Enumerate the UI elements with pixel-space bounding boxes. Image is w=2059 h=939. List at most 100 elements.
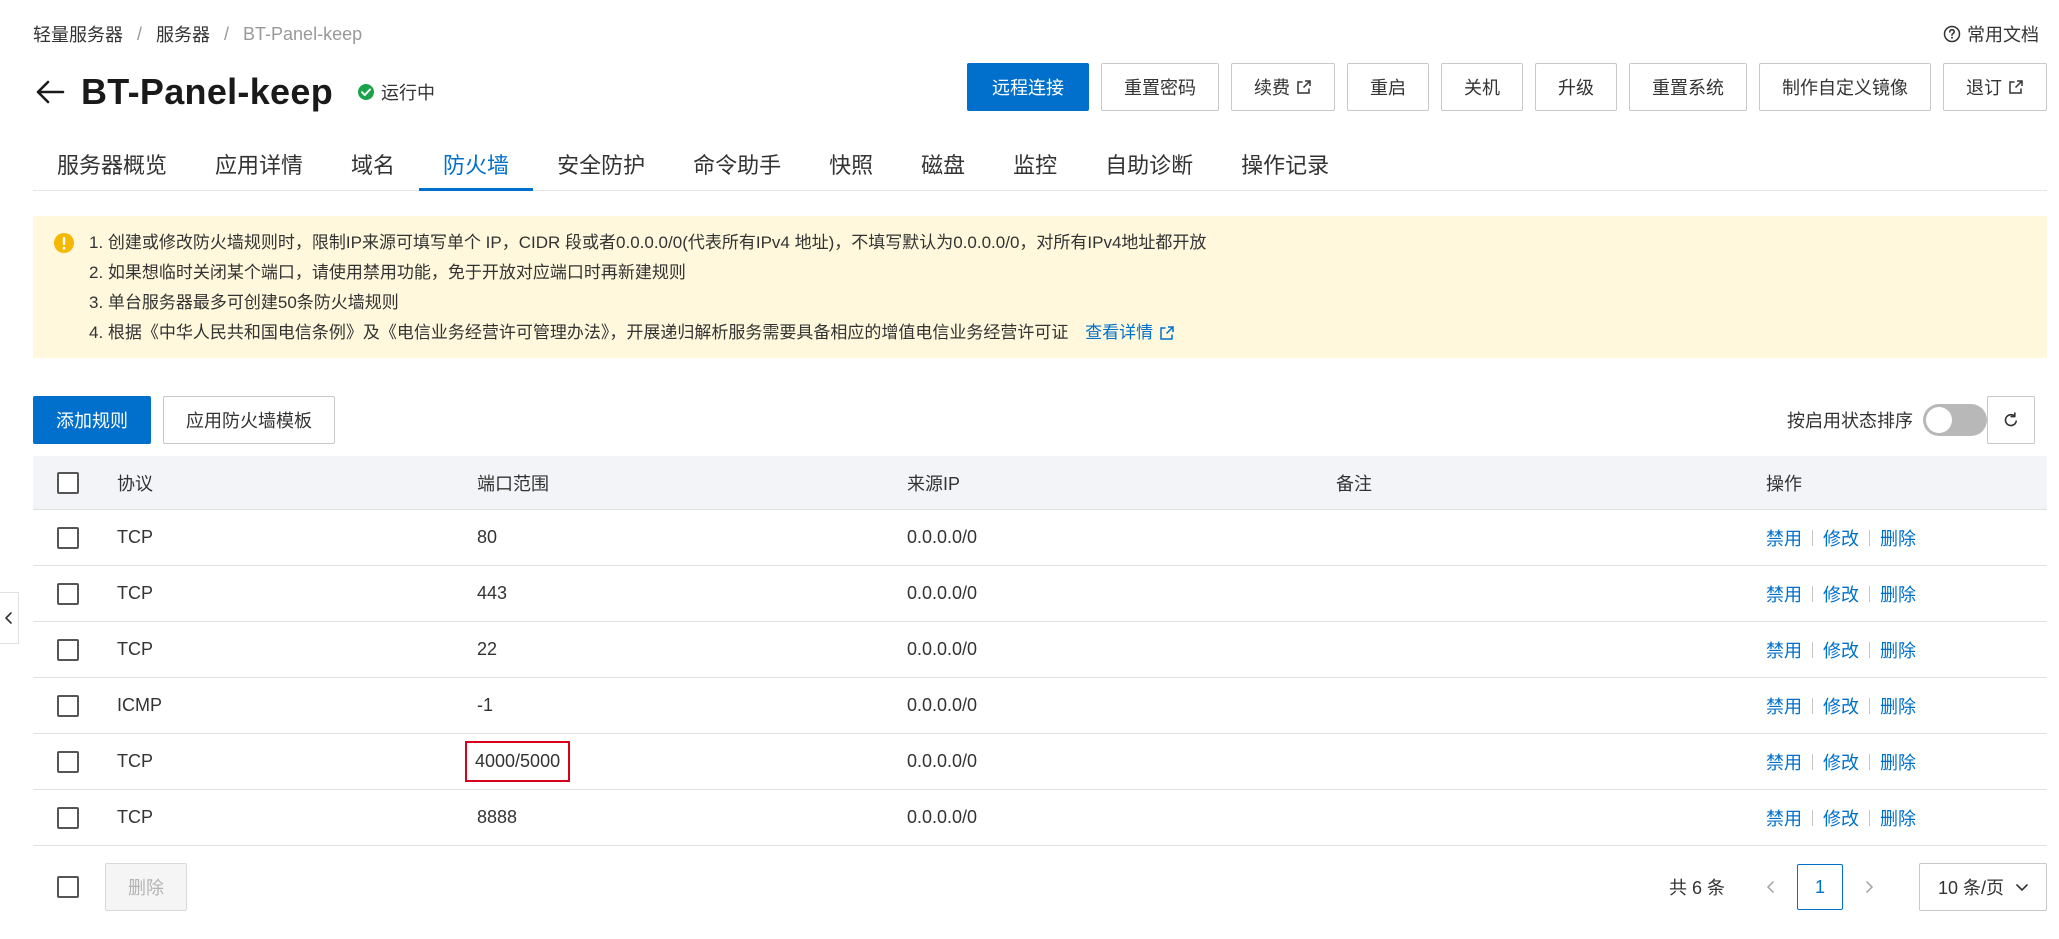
column-protocol: 协议: [117, 473, 153, 494]
tab-bar: 服务器概览 应用详情 域名 防火墙 安全防护 命令助手 快照 磁盘 监控 自助诊…: [33, 148, 2047, 191]
shutdown-button[interactable]: 关机: [1441, 63, 1523, 111]
edit-rule-button[interactable]: 修改: [1823, 749, 1859, 775]
notice-line-4-text: 4. 根据《中华人民共和国电信条例》及《电信业务经营许可管理办法》，开展递归解析…: [89, 323, 1069, 342]
view-details-link[interactable]: 查看详情: [1085, 318, 1175, 348]
delete-rule-button[interactable]: 删除: [1880, 525, 1916, 551]
disable-rule-button[interactable]: 禁用: [1766, 749, 1802, 775]
notice-line-2: 2. 如果想临时关闭某个端口，请使用禁用功能，免于开放对应端口时再新建规则: [89, 263, 686, 282]
disable-rule-button[interactable]: 禁用: [1766, 805, 1802, 831]
batch-delete-button[interactable]: 删除: [105, 863, 187, 911]
tab-monitoring[interactable]: 监控: [989, 148, 1081, 190]
sort-by-status-label: 按启用状态排序: [1787, 411, 1913, 431]
tab-security[interactable]: 安全防护: [533, 148, 669, 190]
external-link-icon: [1296, 79, 1312, 95]
row-checkbox[interactable]: [57, 582, 79, 605]
cell-source-ip: 0.0.0.0/0: [907, 639, 978, 659]
chevron-down-icon: [2016, 884, 2028, 891]
tab-command-assistant[interactable]: 命令助手: [669, 148, 805, 190]
divider: [1869, 585, 1870, 602]
disable-rule-button[interactable]: 禁用: [1766, 693, 1802, 719]
delete-rule-button[interactable]: 删除: [1880, 637, 1916, 663]
upgrade-button[interactable]: 升级: [1535, 63, 1617, 111]
cell-port-range: 22: [477, 639, 498, 659]
cell-port-range: 443: [477, 583, 508, 603]
external-link-icon: [2008, 79, 2024, 95]
row-checkbox[interactable]: [57, 526, 79, 549]
tab-firewall[interactable]: 防火墙: [419, 148, 534, 191]
chevron-left-icon: [5, 612, 12, 624]
disable-rule-button[interactable]: 禁用: [1766, 637, 1802, 663]
divider: [1812, 641, 1813, 658]
renew-button[interactable]: 续费: [1231, 63, 1335, 111]
question-circle-icon: [1943, 25, 1961, 43]
cell-protocol: TCP: [117, 639, 153, 659]
disable-rule-button[interactable]: 禁用: [1766, 581, 1802, 607]
edit-rule-button[interactable]: 修改: [1823, 581, 1859, 607]
cell-port-range: -1: [477, 695, 494, 715]
breadcrumb: 轻量服务器 / 服务器 / BT-Panel-keep: [33, 20, 362, 48]
custom-image-button[interactable]: 制作自定义镜像: [1759, 63, 1931, 111]
page-1-button[interactable]: 1: [1796, 864, 1843, 910]
rules-toolbar: 添加规则 应用防火墙模板 按启用状态排序: [33, 396, 2047, 444]
sort-by-status-toggle[interactable]: [1923, 404, 1987, 436]
row-checkbox[interactable]: [57, 750, 79, 773]
divider: [1869, 529, 1870, 546]
unsubscribe-button[interactable]: 退订: [1943, 63, 2047, 111]
table-row: TCP 443 0.0.0.0/0 禁用 修改 删除: [33, 566, 2047, 622]
page-size-select[interactable]: 10 条/页: [1918, 863, 2047, 911]
chevron-right-icon: [1866, 881, 1873, 893]
divider: [1812, 809, 1813, 826]
next-page-button[interactable]: [1847, 865, 1891, 909]
add-rule-button[interactable]: 添加规则: [33, 396, 151, 444]
tab-overview[interactable]: 服务器概览: [33, 148, 191, 190]
tab-app-details[interactable]: 应用详情: [191, 148, 327, 190]
row-checkbox[interactable]: [57, 694, 79, 717]
status-text: 运行中: [380, 83, 435, 103]
row-checkbox[interactable]: [57, 806, 79, 829]
table-row: ICMP -1 0.0.0.0/0 禁用 修改 删除: [33, 678, 2047, 734]
tab-self-diagnosis[interactable]: 自助诊断: [1081, 148, 1217, 190]
cell-source-ip: 0.0.0.0/0: [907, 583, 978, 603]
breadcrumb-servers[interactable]: 服务器: [156, 21, 210, 47]
cell-protocol: TCP: [117, 751, 153, 771]
help-docs-link[interactable]: 常用文档: [1943, 20, 2039, 48]
edit-rule-button[interactable]: 修改: [1823, 525, 1859, 551]
restart-button[interactable]: 重启: [1347, 63, 1429, 111]
reset-password-button[interactable]: 重置密码: [1101, 63, 1219, 111]
select-all-checkbox[interactable]: [57, 471, 79, 494]
refresh-button[interactable]: [1987, 396, 2035, 444]
notice-line-3: 3. 单台服务器最多可创建50条防火墙规则: [89, 293, 399, 312]
disable-rule-button[interactable]: 禁用: [1766, 525, 1802, 551]
delete-rule-button[interactable]: 删除: [1880, 805, 1916, 831]
tab-operation-log[interactable]: 操作记录: [1217, 148, 1353, 190]
delete-rule-button[interactable]: 删除: [1880, 693, 1916, 719]
breadcrumb-lightweight-servers[interactable]: 轻量服务器: [33, 21, 123, 47]
row-checkbox[interactable]: [57, 638, 79, 661]
page-title: BT-Panel-keep: [81, 71, 333, 112]
view-details-label: 查看详情: [1085, 323, 1154, 342]
delete-rule-button[interactable]: 删除: [1880, 749, 1916, 775]
highlighted-port-range: 4000/5000: [464, 741, 571, 782]
page-header: BT-Panel-keep 运行中: [33, 64, 435, 120]
column-note: 备注: [1336, 473, 1372, 494]
prev-page-button[interactable]: [1749, 865, 1793, 909]
tab-snapshot[interactable]: 快照: [805, 148, 897, 190]
sidebar-expand-handle[interactable]: [0, 592, 19, 644]
tab-domain[interactable]: 域名: [327, 148, 419, 190]
arrow-left-icon[interactable]: [33, 75, 67, 109]
edit-rule-button[interactable]: 修改: [1823, 805, 1859, 831]
edit-rule-button[interactable]: 修改: [1823, 693, 1859, 719]
breadcrumb-separator: /: [137, 23, 143, 44]
cell-protocol: TCP: [117, 583, 153, 603]
cell-protocol: TCP: [117, 807, 153, 827]
edit-rule-button[interactable]: 修改: [1823, 637, 1859, 663]
reset-system-button[interactable]: 重置系统: [1629, 63, 1747, 111]
delete-rule-button[interactable]: 删除: [1880, 581, 1916, 607]
select-all-footer-checkbox[interactable]: [57, 876, 79, 898]
remote-connect-button[interactable]: 远程连接: [967, 63, 1089, 111]
toolbar-right: 按启用状态排序: [1787, 396, 2047, 444]
apply-template-button[interactable]: 应用防火墙模板: [163, 396, 335, 444]
breadcrumb-separator: /: [224, 23, 230, 44]
cell-operations: 禁用 修改 删除: [1766, 678, 1916, 733]
tab-disk[interactable]: 磁盘: [897, 148, 989, 190]
